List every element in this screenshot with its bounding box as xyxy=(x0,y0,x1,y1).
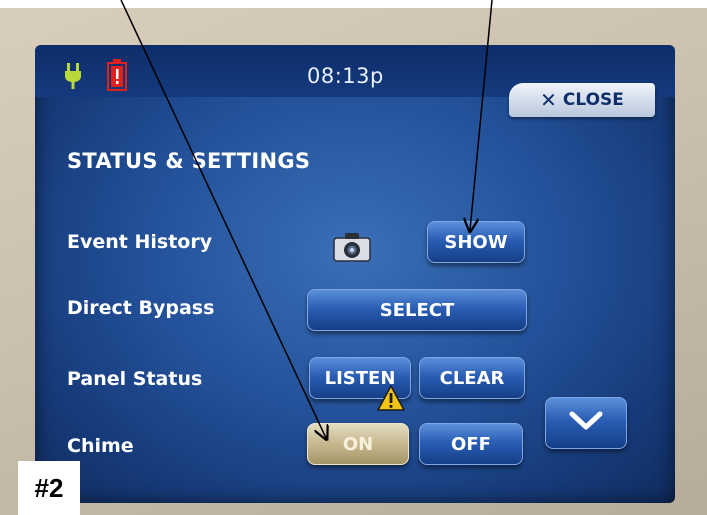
annotation-tag: #2 xyxy=(18,461,80,515)
annotation-arrows xyxy=(120,0,493,515)
arrow-to-chime-on xyxy=(120,0,326,438)
arrow-to-show xyxy=(470,0,493,230)
